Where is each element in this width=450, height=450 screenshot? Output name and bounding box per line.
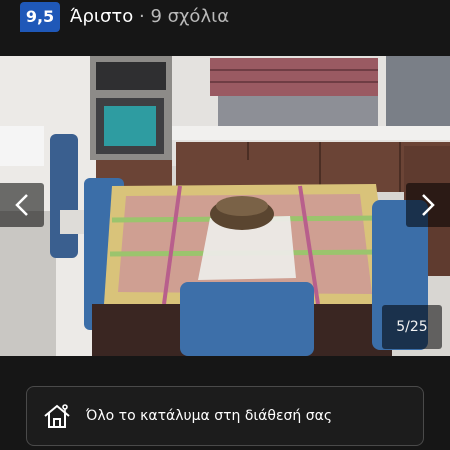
feature-text: Όλο το κατάλυμα στη διάθεσή σας xyxy=(86,408,333,424)
previous-photo-button[interactable] xyxy=(0,183,44,227)
photo-counter: 5/25 xyxy=(382,305,442,349)
separator-dot: · xyxy=(138,6,145,27)
chevron-right-icon xyxy=(422,194,435,216)
score-badge: 9,5 xyxy=(20,2,60,32)
rating-word: Άριστο xyxy=(70,6,134,27)
house-key-icon xyxy=(44,404,70,428)
chevron-left-icon xyxy=(15,194,28,216)
header: 9,5 Άριστο · 9 σχόλια xyxy=(0,0,450,36)
reviews-count[interactable]: 9 σχόλια xyxy=(150,6,229,27)
rating-line[interactable]: Άριστο · 9 σχόλια xyxy=(70,6,229,28)
next-photo-button[interactable] xyxy=(406,183,450,227)
feature-entire-place[interactable]: Όλο το κατάλυμα στη διάθεσή σας xyxy=(26,386,424,446)
